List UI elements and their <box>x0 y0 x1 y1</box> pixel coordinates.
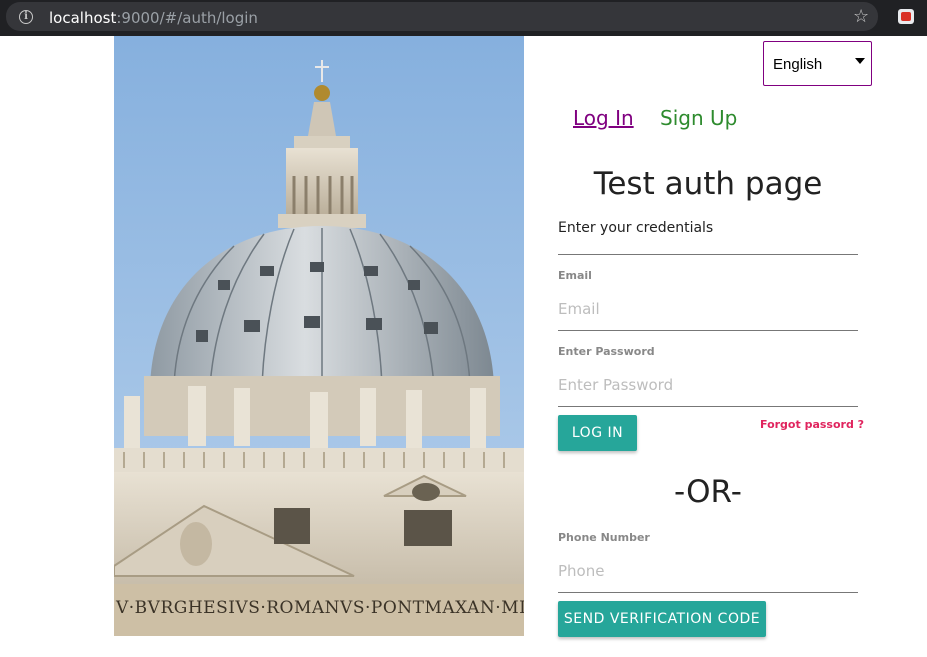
chevron-down-icon <box>855 58 865 64</box>
password-field[interactable] <box>558 372 858 398</box>
divider <box>558 254 858 255</box>
info-icon[interactable]: i <box>19 10 33 24</box>
login-button[interactable]: LOG IN <box>558 415 637 451</box>
browser-address-bar: i localhost:9000/#/auth/login ☆ <box>0 0 927 36</box>
email-underline <box>558 330 858 331</box>
tab-login[interactable]: Log In <box>573 106 634 130</box>
language-selected: English <box>773 56 823 73</box>
star-icon[interactable]: ☆ <box>853 6 869 27</box>
phone-underline <box>558 592 858 593</box>
extension-icon[interactable] <box>898 9 914 24</box>
inscription-text: V·BVRGHESIVS·ROMANVS·PONTMAXAN·MD C X <box>115 598 524 618</box>
url-host: localhost <box>49 9 117 27</box>
or-separator: -OR- <box>674 474 742 510</box>
phone-field[interactable] <box>558 558 858 584</box>
language-select[interactable]: English <box>763 41 872 86</box>
form-subtitle: Enter your credentials <box>558 220 714 236</box>
tab-signup[interactable]: Sign Up <box>660 106 737 130</box>
email-label: Email <box>558 269 592 282</box>
url-path: :9000/#/auth/login <box>116 9 258 27</box>
send-verification-code-button[interactable]: SEND VERIFICATION CODE <box>558 601 766 637</box>
phone-label: Phone Number <box>558 531 650 544</box>
page-title: Test auth page <box>593 166 823 202</box>
url-text[interactable]: localhost:9000/#/auth/login <box>49 9 258 27</box>
password-label: Enter Password <box>558 345 655 358</box>
dome-illustration: V·BVRGHESIVS·ROMANVS·PONTMAXAN·MD C X <box>114 36 524 636</box>
email-field[interactable] <box>558 296 858 322</box>
password-underline <box>558 406 858 407</box>
basilica-dome-photo: V·BVRGHESIVS·ROMANVS·PONTMAXAN·MD C X <box>114 36 524 636</box>
url-bar[interactable]: i localhost:9000/#/auth/login ☆ <box>6 2 878 31</box>
forgot-password-link[interactable]: Forgot passord ? <box>760 418 864 431</box>
